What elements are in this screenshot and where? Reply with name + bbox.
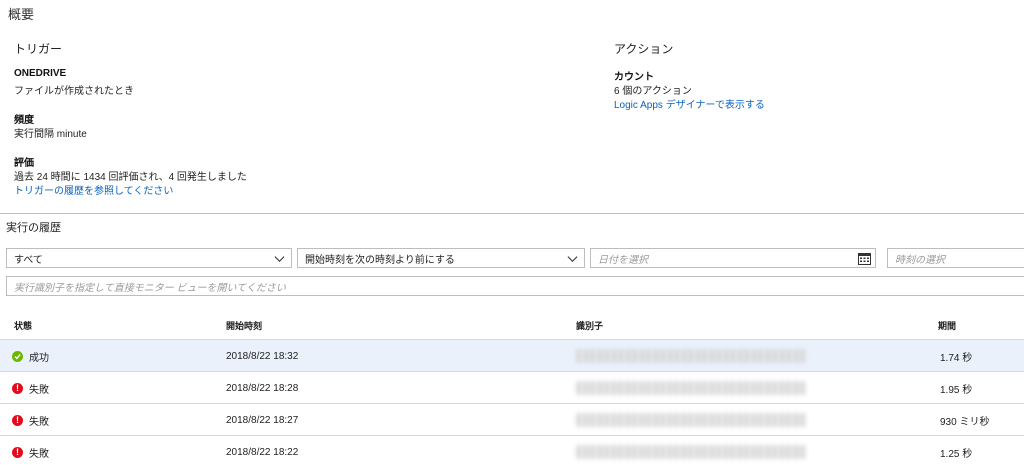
status-filter-select[interactable]: すべて bbox=[6, 248, 292, 268]
chevron-down-icon bbox=[274, 256, 285, 263]
date-placeholder: 日付を選択 bbox=[598, 254, 648, 266]
column-header-identifier[interactable]: 識別子 bbox=[576, 319, 603, 332]
duration: 1.95 秒 bbox=[940, 384, 973, 396]
start-time: 2018/8/22 18:32 bbox=[226, 350, 299, 362]
run-id-input[interactable]: 実行識別子を指定して直接モニター ビューを開いてください bbox=[6, 276, 1024, 296]
trigger-name: ONEDRIVE bbox=[14, 68, 67, 79]
redacted-identifier bbox=[576, 413, 806, 427]
status-text: 成功 bbox=[29, 352, 49, 364]
duration: 1.25 秒 bbox=[940, 448, 973, 460]
status-text: 失敗 bbox=[29, 448, 49, 460]
table-row[interactable]: ! 失敗 2018/8/22 18:22 1.25 秒 bbox=[0, 436, 1024, 467]
trigger-description: ファイルが作成されたとき bbox=[14, 86, 134, 97]
designer-link[interactable]: Logic Apps デザイナーで表示する bbox=[614, 96, 765, 111]
duration: 1.74 秒 bbox=[940, 352, 973, 364]
calendar-icon[interactable] bbox=[858, 252, 871, 265]
table-row[interactable]: ! 失敗 2018/8/22 18:27 930 ミリ秒 bbox=[0, 404, 1024, 436]
action-heading: アクション bbox=[614, 42, 674, 56]
success-check-icon bbox=[12, 350, 23, 362]
history-title: 実行の履歴 bbox=[6, 222, 61, 234]
redacted-identifier bbox=[576, 381, 806, 395]
column-header-start-time[interactable]: 開始時刻 bbox=[226, 319, 262, 332]
section-divider bbox=[0, 213, 1024, 214]
overview-title: 概要 bbox=[8, 7, 35, 22]
status-text: 失敗 bbox=[29, 384, 49, 396]
frequency-label: 頻度 bbox=[14, 115, 34, 126]
count-value: 6 個のアクション bbox=[614, 86, 692, 97]
status-filter-value: すべて bbox=[14, 254, 43, 266]
table-row[interactable]: ! 失敗 2018/8/22 18:28 1.95 秒 bbox=[0, 372, 1024, 404]
evaluation-value: 過去 24 時間に 1434 回評価され、4 回発生しました bbox=[14, 172, 247, 183]
time-filter-select[interactable]: 開始時刻を次の時刻より前にする bbox=[297, 248, 585, 268]
frequency-value: 実行間隔 minute bbox=[14, 129, 87, 140]
start-time: 2018/8/22 18:27 bbox=[226, 414, 299, 426]
chevron-down-icon bbox=[567, 256, 578, 263]
redacted-identifier bbox=[576, 445, 806, 459]
status-text: 失敗 bbox=[29, 416, 49, 428]
column-header-status[interactable]: 状態 bbox=[14, 319, 32, 332]
start-time: 2018/8/22 18:22 bbox=[226, 446, 299, 458]
error-exclamation-icon: ! bbox=[12, 414, 23, 426]
duration: 930 ミリ秒 bbox=[940, 416, 990, 428]
redacted-identifier bbox=[576, 349, 806, 363]
date-picker-input[interactable]: 日付を選択 bbox=[590, 248, 876, 268]
error-exclamation-icon: ! bbox=[12, 382, 23, 394]
evaluation-label: 評価 bbox=[14, 158, 34, 169]
run-id-placeholder: 実行識別子を指定して直接モニター ビューを開いてください bbox=[14, 282, 286, 294]
time-placeholder: 時刻の選択 bbox=[895, 254, 945, 266]
error-exclamation-icon: ! bbox=[12, 446, 23, 458]
time-filter-value: 開始時刻を次の時刻より前にする bbox=[305, 254, 455, 266]
start-time: 2018/8/22 18:28 bbox=[226, 382, 299, 394]
time-picker-input[interactable]: 時刻の選択 bbox=[887, 248, 1024, 268]
column-header-duration[interactable]: 期間 bbox=[938, 319, 956, 332]
trigger-heading: トリガー bbox=[14, 42, 63, 56]
trigger-history-link[interactable]: トリガーの履歴を参照してください bbox=[14, 182, 173, 197]
table-row[interactable]: 成功 2018/8/22 18:32 1.74 秒 bbox=[0, 340, 1024, 372]
count-label: カウント bbox=[614, 72, 654, 83]
